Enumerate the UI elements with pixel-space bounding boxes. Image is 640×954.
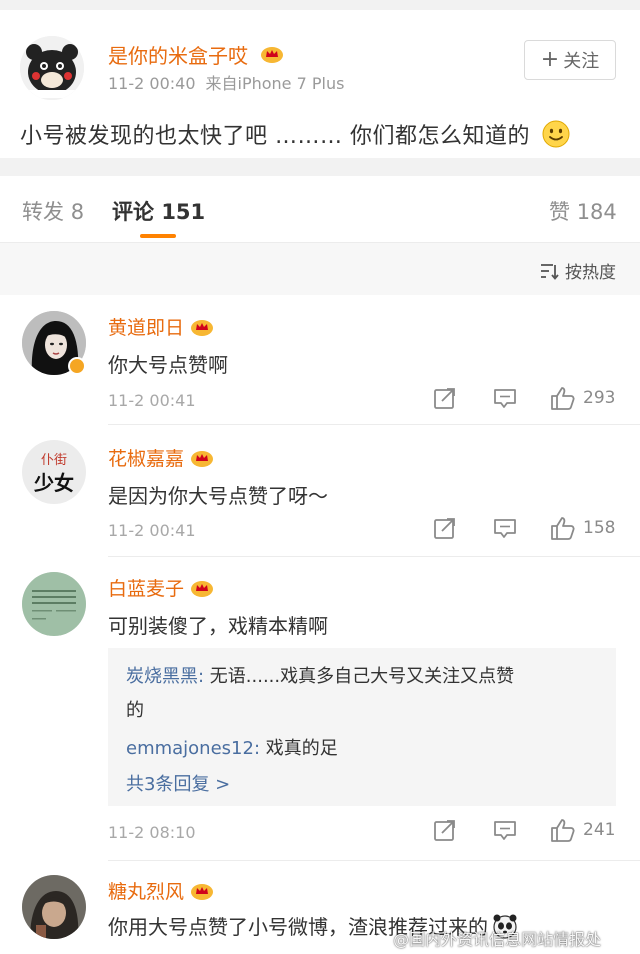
- comment-item: 仆街 少女 花椒嘉嘉 是因为你大号点赞了呀～ 11-2 00:41 158: [0, 426, 640, 557]
- reply-item: 炭烧黑黑: 无语......戏真多自己大号又关注又点赞: [126, 662, 514, 688]
- share-icon[interactable]: [432, 515, 458, 541]
- top-strip: [0, 0, 640, 10]
- comment-author[interactable]: 糖丸烈风: [108, 877, 214, 904]
- divider: [108, 424, 640, 425]
- comment-text: 可别装傻了，戏精本精啊: [108, 614, 328, 638]
- tab-reposts-label: 转发: [22, 200, 64, 224]
- tab-comments[interactable]: 评论 151: [112, 196, 205, 226]
- weibo-post: 是你的米盒子哎 11-2 00:40 来自iPhone 7 Plus + 关注 小…: [0, 10, 640, 158]
- smile-emoji-icon: [542, 120, 570, 148]
- thumbs-up-icon[interactable]: [550, 817, 576, 843]
- reply-user[interactable]: 炭烧黑黑:: [126, 666, 204, 687]
- comment-text: 是因为你大号点赞了呀～: [108, 484, 328, 508]
- sort-bar: 按热度: [0, 243, 640, 295]
- section-gap: [0, 158, 640, 176]
- post-body: 小号被发现的也太快了吧 ……… 你们都怎么知道的: [20, 124, 530, 149]
- comment-item: 黄道即日 你大号点赞啊 11-2 00:41 293: [0, 295, 640, 425]
- comment-actions: 241: [0, 817, 640, 847]
- follow-label: 关注: [563, 51, 600, 72]
- tab-comments-count: 151: [161, 200, 206, 224]
- reply-text: 戏真的足: [260, 738, 338, 759]
- comment-author-name[interactable]: 糖丸烈风: [108, 877, 184, 904]
- sort-label: 按热度: [565, 263, 616, 283]
- share-icon[interactable]: [432, 817, 458, 843]
- like-count: 158: [583, 518, 616, 538]
- watermark: @国内外资讯信息网站情报处: [364, 926, 601, 950]
- avatar[interactable]: [22, 572, 86, 636]
- tab-likes-label: 赞: [549, 200, 570, 224]
- avatar[interactable]: [20, 36, 84, 100]
- more-replies-link[interactable]: 共3条回复 >: [126, 770, 230, 796]
- comment-icon[interactable]: [492, 385, 518, 411]
- vip-crown-icon: [261, 47, 284, 63]
- avatar-caption-top: 仆街: [40, 453, 67, 468]
- tab-comments-label: 评论: [112, 200, 154, 224]
- post-text: 小号被发现的也太快了吧 ……… 你们都怎么知道的: [20, 118, 570, 150]
- follow-button[interactable]: + 关注: [524, 40, 616, 80]
- sort-icon: [541, 263, 559, 280]
- tab-reposts-count: 8: [70, 200, 85, 224]
- verified-badge-icon: [68, 357, 86, 375]
- post-author[interactable]: 是你的米盒子哎: [108, 40, 284, 69]
- reply-thread[interactable]: 炭烧黑黑: 无语......戏真多自己大号又关注又点赞 的 emmajones1…: [108, 648, 616, 806]
- post-meta: 11-2 00:40 来自iPhone 7 Plus: [108, 70, 344, 94]
- weibo-logo-icon: [364, 932, 384, 947]
- reply-item: emmajones12: 戏真的足: [126, 734, 338, 760]
- comment-icon[interactable]: [492, 515, 518, 541]
- comment-author[interactable]: 白蓝麦子: [108, 574, 214, 601]
- comment-author-name[interactable]: 白蓝麦子: [108, 574, 184, 601]
- like-count: 293: [583, 388, 616, 408]
- tab-likes[interactable]: 赞 184: [549, 196, 617, 226]
- thumbs-up-icon[interactable]: [550, 385, 576, 411]
- post-time: 11-2 00:40: [108, 74, 196, 93]
- comment-actions: 158: [0, 515, 640, 545]
- comment-author-name[interactable]: 花椒嘉嘉: [108, 444, 184, 471]
- post-author-name[interactable]: 是你的米盒子哎: [108, 44, 248, 68]
- avatar[interactable]: [22, 875, 86, 939]
- reply-text: 无语......戏真多自己大号又关注又点赞: [204, 666, 515, 687]
- comment-author[interactable]: 花椒嘉嘉: [108, 444, 214, 471]
- comment-author-name[interactable]: 黄道即日: [108, 313, 184, 340]
- post-source: 来自iPhone 7 Plus: [205, 74, 345, 93]
- thumbs-up-icon[interactable]: [550, 515, 576, 541]
- divider: [108, 556, 640, 557]
- tab-reposts[interactable]: 转发 8: [22, 196, 84, 226]
- tab-bar: 转发 8 评论 151 赞 184: [0, 176, 640, 243]
- reply-user[interactable]: emmajones12:: [126, 738, 260, 759]
- plus-icon: +: [540, 47, 560, 72]
- reply-text-continued: 的: [126, 700, 144, 721]
- comment-actions: 293: [0, 385, 640, 415]
- avatar-caption-bottom: 少女: [34, 471, 74, 495]
- vip-crown-icon: [191, 450, 214, 467]
- tab-likes-count: 184: [576, 200, 617, 224]
- like-count: 241: [583, 820, 616, 840]
- watermark-text: @国内外资讯信息网站情报处: [393, 930, 602, 949]
- share-icon[interactable]: [432, 385, 458, 411]
- vip-crown-icon: [191, 580, 214, 597]
- sort-by-heat-button[interactable]: 按热度: [539, 258, 616, 283]
- comment-icon[interactable]: [492, 817, 518, 843]
- active-tab-indicator: [140, 234, 176, 238]
- comment-text: 你大号点赞啊: [108, 353, 228, 377]
- vip-crown-icon: [191, 319, 214, 336]
- vip-crown-icon: [191, 883, 214, 900]
- comment-author[interactable]: 黄道即日: [108, 313, 214, 340]
- avatar[interactable]: 仆街 少女: [22, 440, 86, 504]
